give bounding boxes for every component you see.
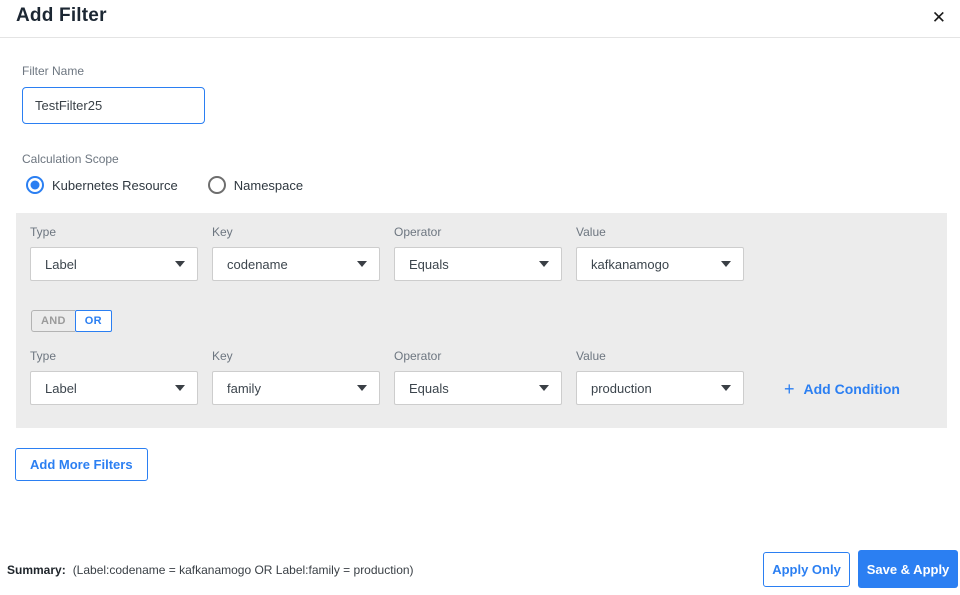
close-icon[interactable]: ✕: [924, 5, 954, 30]
condition-1-key-field: Key codename: [212, 225, 380, 281]
condition-2-key-dropdown[interactable]: family: [212, 371, 380, 405]
add-filter-dialog: Add Filter ✕ Filter Name Calculation Sco…: [0, 0, 960, 595]
conditions-panel: Type Label Key codename Operator Equals: [16, 213, 947, 428]
save-and-apply-button[interactable]: Save & Apply: [858, 550, 958, 588]
condition-1-value-field: Value kafkanamogo: [576, 225, 744, 281]
type-label: Type: [30, 225, 57, 239]
summary-text: (Label:codename = kafkanamogo OR Label:f…: [72, 563, 414, 577]
dropdown-value: kafkanamogo: [591, 256, 670, 272]
key-label: Key: [212, 349, 233, 363]
condition-1-operator-dropdown[interactable]: Equals: [394, 247, 562, 281]
dropdown-value: Label: [45, 256, 77, 272]
add-more-filters-button[interactable]: Add More Filters: [15, 448, 148, 481]
dropdown-value: production: [591, 380, 652, 396]
chevron-down-icon: [539, 261, 549, 267]
value-label: Value: [576, 349, 606, 363]
operator-label: Operator: [394, 349, 442, 363]
add-condition-label: Add Condition: [803, 381, 900, 397]
radio-option-kubernetes-resource[interactable]: Kubernetes Resource: [26, 176, 178, 194]
radio-option-label: Kubernetes Resource: [52, 177, 178, 193]
chevron-down-icon: [357, 261, 367, 267]
chevron-down-icon: [175, 261, 185, 267]
condition-2-operator-dropdown[interactable]: Equals: [394, 371, 562, 405]
radio-selected-icon: [26, 176, 44, 194]
plus-icon: +: [784, 379, 795, 399]
condition-2-type-field: Type Label: [30, 349, 198, 405]
chevron-down-icon: [539, 385, 549, 391]
logic-operator-toggle: AND OR: [31, 310, 112, 332]
chevron-down-icon: [721, 261, 731, 267]
calculation-scope-label: Calculation Scope: [22, 152, 119, 166]
radio-option-label: Namespace: [233, 177, 304, 193]
dropdown-value: Equals: [409, 380, 449, 396]
chevron-down-icon: [175, 385, 185, 391]
condition-2-value-dropdown[interactable]: production: [576, 371, 744, 405]
chevron-down-icon: [721, 385, 731, 391]
header-divider: [0, 37, 960, 38]
condition-1-type-field: Type Label: [30, 225, 198, 281]
summary: Summary: (Label:codename = kafkanamogo OR…: [7, 563, 414, 577]
type-label: Type: [30, 349, 57, 363]
condition-1-operator-field: Operator Equals: [394, 225, 562, 281]
summary-label: Summary:: [7, 563, 66, 577]
condition-1-key-dropdown[interactable]: codename: [212, 247, 380, 281]
condition-row-1: Type Label Key codename Operator Equals: [30, 225, 744, 281]
condition-2-value-field: Value production: [576, 349, 744, 405]
radio-unselected-icon: [207, 176, 226, 194]
condition-2-key-field: Key family: [212, 349, 380, 405]
dropdown-value: Label: [45, 380, 77, 396]
condition-2-operator-field: Operator Equals: [394, 349, 562, 405]
dropdown-value: family: [227, 380, 261, 396]
add-condition-button[interactable]: + Add Condition: [784, 380, 900, 398]
condition-row-2: Type Label Key family Operator Equals Va…: [30, 349, 900, 405]
dropdown-value: codename: [227, 256, 288, 272]
condition-2-type-dropdown[interactable]: Label: [30, 371, 198, 405]
radio-option-namespace[interactable]: Namespace: [207, 176, 304, 194]
key-label: Key: [212, 225, 233, 239]
or-toggle-button[interactable]: OR: [74, 310, 112, 332]
condition-1-type-dropdown[interactable]: Label: [30, 247, 198, 281]
chevron-down-icon: [357, 385, 367, 391]
calculation-scope-options: Kubernetes Resource Namespace: [26, 176, 303, 194]
value-label: Value: [576, 225, 606, 239]
dropdown-value: Equals: [409, 256, 449, 272]
and-toggle-button[interactable]: AND: [31, 310, 75, 332]
filter-name-input[interactable]: [22, 87, 205, 124]
apply-only-button[interactable]: Apply Only: [763, 552, 850, 587]
operator-label: Operator: [394, 225, 442, 239]
dialog-title: Add Filter: [16, 5, 107, 26]
condition-1-value-dropdown[interactable]: kafkanamogo: [576, 247, 744, 281]
filter-name-label: Filter Name: [22, 64, 85, 78]
